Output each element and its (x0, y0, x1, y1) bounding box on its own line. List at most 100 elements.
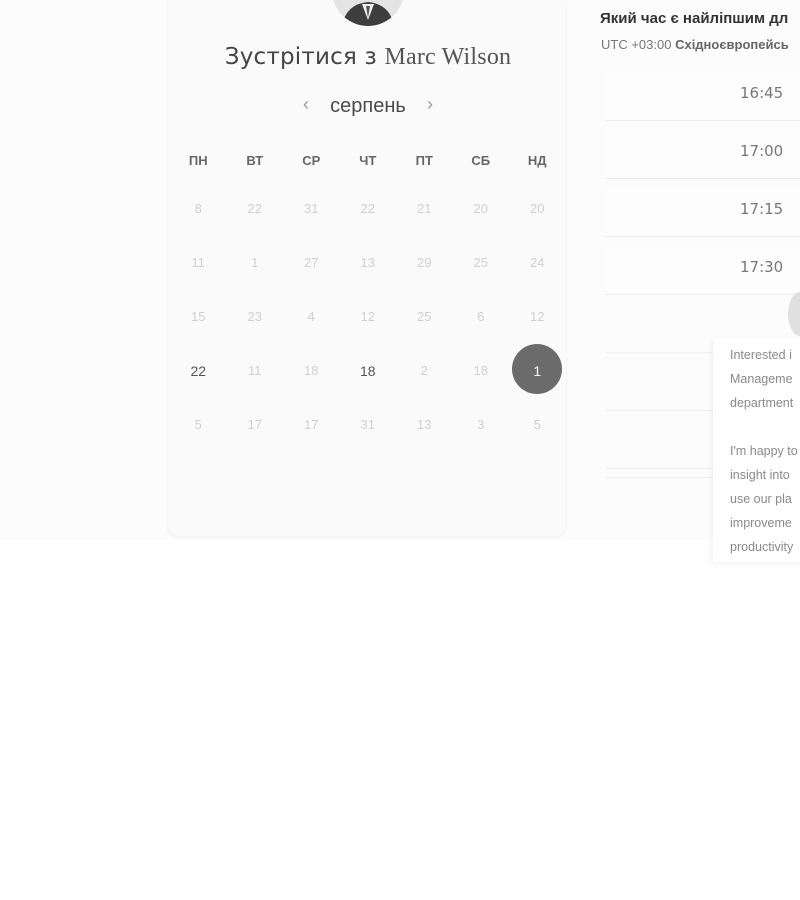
time-slot[interactable]: 17:15 (606, 186, 800, 237)
note-line: I'm happy to (730, 444, 798, 458)
calendar-day-number: 8 (194, 201, 202, 216)
note-line: use our pla (730, 492, 792, 506)
weekday-label: ПТ (415, 153, 433, 168)
calendar-day: 18 (453, 344, 510, 398)
calendar-day-number: 13 (417, 417, 432, 432)
calendar-day-number: 31 (360, 417, 375, 432)
calendar-day: 23 (227, 290, 284, 344)
calendar-day-number: 15 (191, 309, 206, 324)
avatar (332, 0, 404, 26)
calendar-day-selected[interactable]: 1 (509, 344, 566, 398)
calendar-day-number: 11 (191, 255, 206, 270)
calendar-day-number: 17 (304, 417, 319, 432)
host-description-popup: Interested i Manageme department I'm hap… (713, 338, 800, 562)
calendar-day: 5 (170, 398, 227, 452)
calendar-day-number: 20 (473, 201, 488, 216)
timezone-offset: UTC +03:00 (601, 37, 672, 52)
calendar-day-number: 25 (417, 309, 432, 324)
calendar-week: 5 17 17 31 13 3 5 (170, 398, 566, 452)
calendar-day: 3 (453, 398, 510, 452)
calendar-day: 17 (227, 398, 284, 452)
page-title: Зустрітися з Marc Wilson (168, 44, 568, 71)
calendar-day-number: 12 (530, 309, 545, 324)
note-line: productivity (730, 540, 794, 554)
calendar-day: 8 (170, 182, 227, 236)
weekday-header: ПН ВТ СР ЧТ ПТ СБ НД (170, 140, 566, 182)
calendar-day-number: 31 (304, 201, 319, 216)
time-question: Який час є найліпшим дл (600, 10, 789, 27)
calendar-day: 29 (396, 236, 453, 290)
calendar-day-number: 12 (360, 309, 375, 324)
calendar-day-number: 22 (190, 363, 207, 379)
calendar-day: 31 (340, 398, 397, 452)
title-prefix: Зустрітися з (224, 44, 377, 70)
calendar-day-number: 18 (359, 363, 376, 379)
calendar-week: 11 1 27 13 29 25 24 (170, 236, 566, 290)
person-icon (332, 0, 404, 26)
calendar-week: 8 22 31 22 21 20 20 (170, 182, 566, 236)
calendar-day: 22 (340, 182, 397, 236)
calendar-day: 11 (227, 344, 284, 398)
calendar-day-number: 17 (247, 417, 262, 432)
calendar-day-number: 1 (251, 255, 259, 270)
calendar-day: 20 (453, 182, 510, 236)
calendar-day-number: 27 (304, 255, 319, 270)
calendar-day-number: 2 (420, 363, 428, 378)
calendar-day: 22 (227, 182, 284, 236)
time-slot[interactable]: 16:45 (606, 70, 800, 121)
calendar-day-number: 6 (477, 309, 485, 324)
calendar-day-number: 3 (477, 417, 485, 432)
calendar-day-number: 1 (533, 363, 542, 379)
chevron-right-icon[interactable]: › (422, 94, 438, 115)
calendar-week: 22 11 18 18 2 18 1 (170, 344, 566, 398)
calendar-day-number: 18 (473, 363, 488, 378)
calendar-day-number: 22 (360, 201, 375, 216)
calendar-day: 4 (283, 290, 340, 344)
calendar-day: 12 (509, 290, 566, 344)
calendar-day: 31 (283, 182, 340, 236)
calendar-day-number: 24 (530, 255, 545, 270)
calendar-day: 15 (170, 290, 227, 344)
calendar-day: 13 (340, 236, 397, 290)
calendar-day: 24 (509, 236, 566, 290)
calendar-day: 25 (453, 236, 510, 290)
calendar-day: 25 (396, 290, 453, 344)
weekday-label: НД (527, 153, 547, 168)
time-slot-label: 17:15 (740, 200, 784, 218)
time-slot[interactable]: 17:30 (606, 244, 800, 295)
calendar-day-number: 21 (417, 201, 432, 216)
calendar-day: 13 (396, 398, 453, 452)
calendar-day-number: 23 (247, 309, 262, 324)
timezone-selector[interactable]: UTC +03:00 Східноєвропейсь (601, 37, 789, 52)
note-line: improveme (730, 516, 792, 530)
time-slot-label: 16:45 (740, 84, 784, 102)
scheduling-page: Зустрітися з Marc Wilson ‹ серпень › ПН В… (0, 0, 800, 900)
calendar-week: 15 23 4 12 25 6 12 (170, 290, 566, 344)
calendar-grid: ПН ВТ СР ЧТ ПТ СБ НД 8 22 31 22 21 20 20 11 1 27 13 29 25 2… (170, 140, 566, 452)
weekday-label: ПН (188, 153, 208, 168)
calendar-day[interactable]: 18 (340, 344, 397, 398)
time-slot[interactable]: 17:00 (606, 128, 800, 179)
weekday-label: ЧТ (359, 153, 377, 168)
note-line: department (730, 396, 794, 410)
calendar-day-number: 5 (194, 417, 202, 432)
calendar-day-number: 5 (533, 417, 541, 432)
weekday-label: СР (302, 153, 321, 168)
calendar-day[interactable]: 22 (170, 344, 227, 398)
chevron-left-icon[interactable]: ‹ (298, 94, 314, 115)
host-name: Marc Wilson (384, 44, 512, 70)
calendar-day-number: 13 (360, 255, 375, 270)
calendar-day: 6 (453, 290, 510, 344)
calendar-day: 18 (283, 344, 340, 398)
calendar-day: 2 (396, 344, 453, 398)
weekday-label: СБ (471, 153, 491, 168)
calendar-day: 21 (396, 182, 453, 236)
calendar-day: 27 (283, 236, 340, 290)
calendar-day-number: 29 (417, 255, 432, 270)
month-navigation: ‹ серпень › (168, 92, 568, 120)
note-line: Interested i (730, 348, 792, 362)
calendar-day-number: 4 (307, 309, 315, 324)
calendar-day: 20 (509, 182, 566, 236)
calendar-day: 11 (170, 236, 227, 290)
note-line: insight into (730, 468, 790, 482)
